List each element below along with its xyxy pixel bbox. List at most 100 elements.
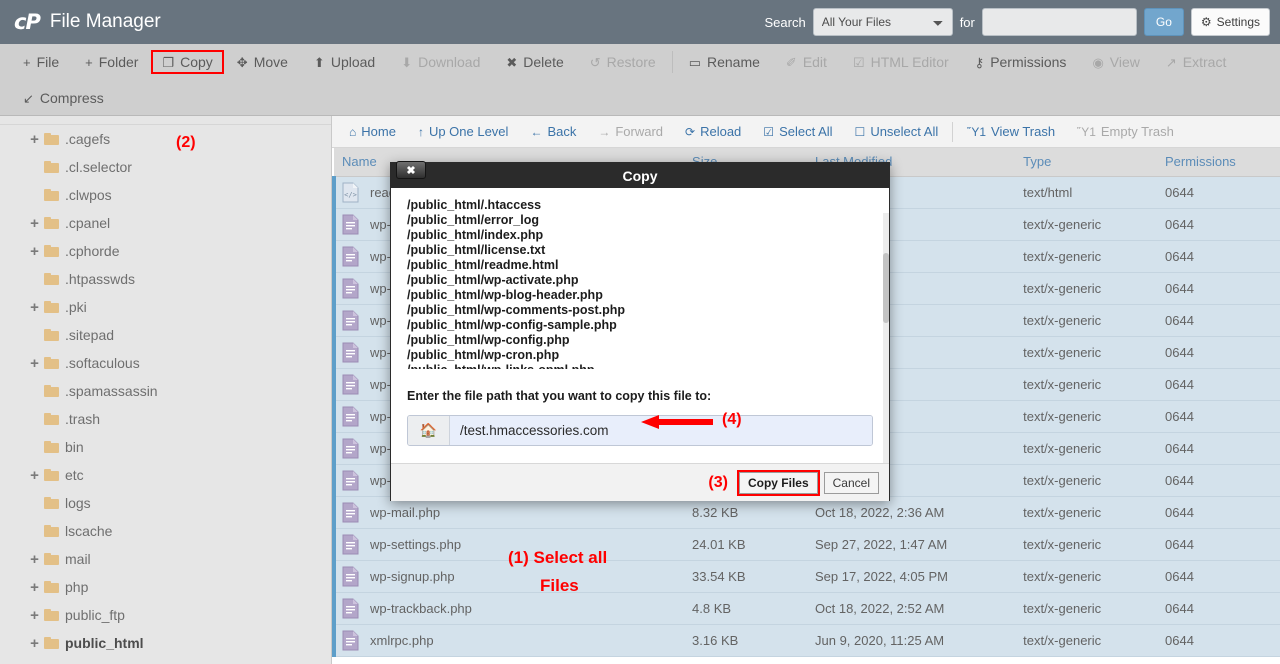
file-name-cell[interactable]: wp-signup.php [332, 560, 685, 592]
toolbar-item-label: Compress [39, 90, 104, 106]
sidebar-item-clwpos[interactable]: + .clwpos [0, 181, 331, 209]
sidebar-item-cpanel[interactable]: + .cpanel [0, 209, 331, 237]
sidebar-item-trash[interactable]: + .trash [0, 405, 331, 433]
directory-tree-sidebar[interactable]: + .cagefs + .cl.selector + .clwpos + .cpanel + .c… [0, 116, 332, 664]
text-file-icon [342, 406, 359, 427]
toolbar-file-button[interactable]: + File [10, 48, 72, 76]
sidebar-item-cagefs[interactable]: + .cagefs [0, 125, 331, 153]
sidebar-item-cl-selector[interactable]: + .cl.selector [0, 153, 331, 181]
sidebar-item-lscache[interactable]: + lscache [0, 517, 331, 545]
toolbar-item-label: Move [253, 54, 288, 70]
toolbar-compress-button[interactable]: ↙ Compress [10, 84, 117, 112]
sidebar-item-public-html[interactable]: + public_html [0, 629, 331, 657]
sidebar-item-bin[interactable]: + bin [0, 433, 331, 461]
sidebar-item-pki[interactable]: + .pki [0, 293, 331, 321]
search-scope-select[interactable]: All Your FilesThis Directory [812, 8, 953, 36]
cancel-button[interactable]: Cancel [823, 471, 879, 494]
toolbar-folder-button[interactable]: + Folder [72, 48, 151, 76]
folder-icon [44, 273, 59, 285]
table-row[interactable]: wp-trackback.php 4.8 KB Oct 18, 2022, 2:52… [332, 592, 1280, 624]
expand-plus-icon[interactable]: + [28, 300, 41, 315]
sidebar-item-cphorde[interactable]: + .cphorde [0, 237, 331, 265]
nav-up-one-level-button[interactable]: ↑ Up One Level [407, 124, 520, 139]
copy-files-button[interactable]: Copy Files [738, 471, 818, 494]
brand: cP File Manager [14, 10, 161, 34]
expand-plus-icon[interactable]: + [28, 216, 41, 231]
expand-plus-icon[interactable]: + [28, 552, 41, 567]
column-header-permissions[interactable]: Permissions [1157, 148, 1280, 177]
nav-back-button[interactable]: ← Back [519, 124, 587, 139]
column-header-type[interactable]: Type [1015, 148, 1157, 177]
expand-plus-icon[interactable]: + [28, 244, 41, 259]
toolbar-delete-button[interactable]: ✖ Delete [493, 48, 576, 76]
sidebar-item-etc[interactable]: + etc [0, 461, 331, 489]
up-arrow-icon: ↑ [417, 124, 424, 139]
expand-plus-icon[interactable]: + [28, 356, 41, 371]
settings-button-label: Settings [1216, 15, 1260, 29]
sidebar-item-spamassassin[interactable]: + .spamassassin [0, 377, 331, 405]
file-size-cell: 33.54 KB [692, 568, 746, 584]
annotation-step-3: (3) [708, 473, 728, 491]
sidebar-item-public-ftp[interactable]: + public_ftp [0, 601, 331, 629]
sidebar-item-php[interactable]: + php [0, 573, 331, 601]
search-go-button[interactable]: Go [1143, 8, 1184, 36]
file-name-label: wp-signup.php [370, 568, 455, 584]
sidebar-item-label: etc [65, 467, 84, 483]
nav-unselect-all-button[interactable]: ☐ Unselect All [844, 124, 950, 139]
svg-text:</>: </> [344, 191, 357, 199]
file-name-cell[interactable]: wp-settings.php [332, 528, 685, 560]
destination-path-input[interactable] [450, 416, 872, 445]
sidebar-item-ssl[interactable]: +ssl [0, 657, 331, 664]
sidebar-item-logs[interactable]: + logs [0, 489, 331, 517]
sidebar-item-mail[interactable]: + mail [0, 545, 331, 573]
toolbar-item-label: HTML Editor [870, 54, 949, 70]
nav-select-all-button[interactable]: ☑ Select All [752, 124, 843, 139]
toolbar-move-button[interactable]: ✥ Move [224, 48, 301, 76]
expand-plus-icon[interactable]: + [28, 132, 41, 147]
folder-icon [44, 133, 59, 145]
folder-icon [44, 301, 59, 313]
file-name-cell[interactable]: wp-trackback.php [332, 592, 685, 624]
nav-home-button[interactable]: ⌂ Home [338, 124, 407, 139]
toolbar-rename-button[interactable]: ▭ Rename [676, 48, 773, 76]
toolbar-copy-button[interactable]: ❐ Copy [151, 50, 224, 74]
settings-button[interactable]: ⚙ Settings [1190, 8, 1270, 36]
copy-dialog: ✖ Copy /public_html/wp-includes/public_h… [390, 161, 890, 501]
selected-paths-list[interactable]: /public_html/wp-includes/public_html/.ht… [391, 198, 889, 383]
sidebar-item-htpasswds[interactable]: + .htpasswds [0, 265, 331, 293]
expand-plus-icon[interactable]: + [28, 608, 41, 623]
sidebar-item-sitepad[interactable]: + .sitepad [0, 321, 331, 349]
table-row[interactable]: xmlrpc.php 3.16 KB Jun 9, 2020, 11:25 AM te… [332, 624, 1280, 656]
upload-icon: ⬆ [313, 54, 325, 70]
trash-icon: Ὕ1 [1077, 124, 1096, 139]
sidebar-item-softaculous[interactable]: + .softaculous [0, 349, 331, 377]
expand-plus-icon[interactable]: + [28, 636, 41, 651]
toolbar-upload-button[interactable]: ⬆ Upload [301, 48, 388, 76]
search-input[interactable] [981, 8, 1137, 36]
file-size-cell: 24.01 KB [692, 536, 746, 552]
toolbar-permissions-button[interactable]: ⚷ Permissions [962, 48, 1080, 76]
expand-plus-icon[interactable]: + [28, 468, 41, 483]
selected-path-line: /public_html/wp-comments-post.php [407, 303, 626, 317]
file-name-cell[interactable]: xmlrpc.php [332, 624, 685, 656]
file-permissions-cell: 0644 [1165, 440, 1194, 456]
download-icon: ⬇ [401, 54, 413, 70]
html-editor-icon: ☑ [852, 54, 865, 70]
table-row[interactable]: wp-settings.php 24.01 KB Sep 27, 2022, 1:4… [332, 528, 1280, 560]
nav-reload-button[interactable]: ⟳ Reload [674, 124, 752, 139]
tree-spacer: + [28, 384, 41, 399]
close-icon[interactable]: ✖ [396, 161, 426, 179]
folder-icon [44, 357, 59, 369]
text-file-icon [342, 310, 359, 331]
tree-spacer: + [28, 524, 41, 539]
tree-spacer: + [28, 412, 41, 427]
tree-item-clipped[interactable] [0, 116, 331, 125]
table-row[interactable]: wp-signup.php 33.54 KB Sep 17, 2022, 4:05 … [332, 560, 1280, 592]
nav-view-trash-button[interactable]: Ὕ1 View Trash [956, 124, 1066, 139]
folder-icon [44, 497, 59, 509]
sidebar-item-label: .cphorde [65, 243, 120, 259]
expand-plus-icon[interactable]: + [28, 580, 41, 595]
selected-path-line: /public_html/wp-config.php [407, 333, 570, 347]
extract-icon: ↗ [1165, 54, 1177, 70]
file-navigation-bar: ⌂ Home ↑ Up One Level ← Back → Forward ⟳ Reload ☑ S… [332, 116, 1280, 148]
